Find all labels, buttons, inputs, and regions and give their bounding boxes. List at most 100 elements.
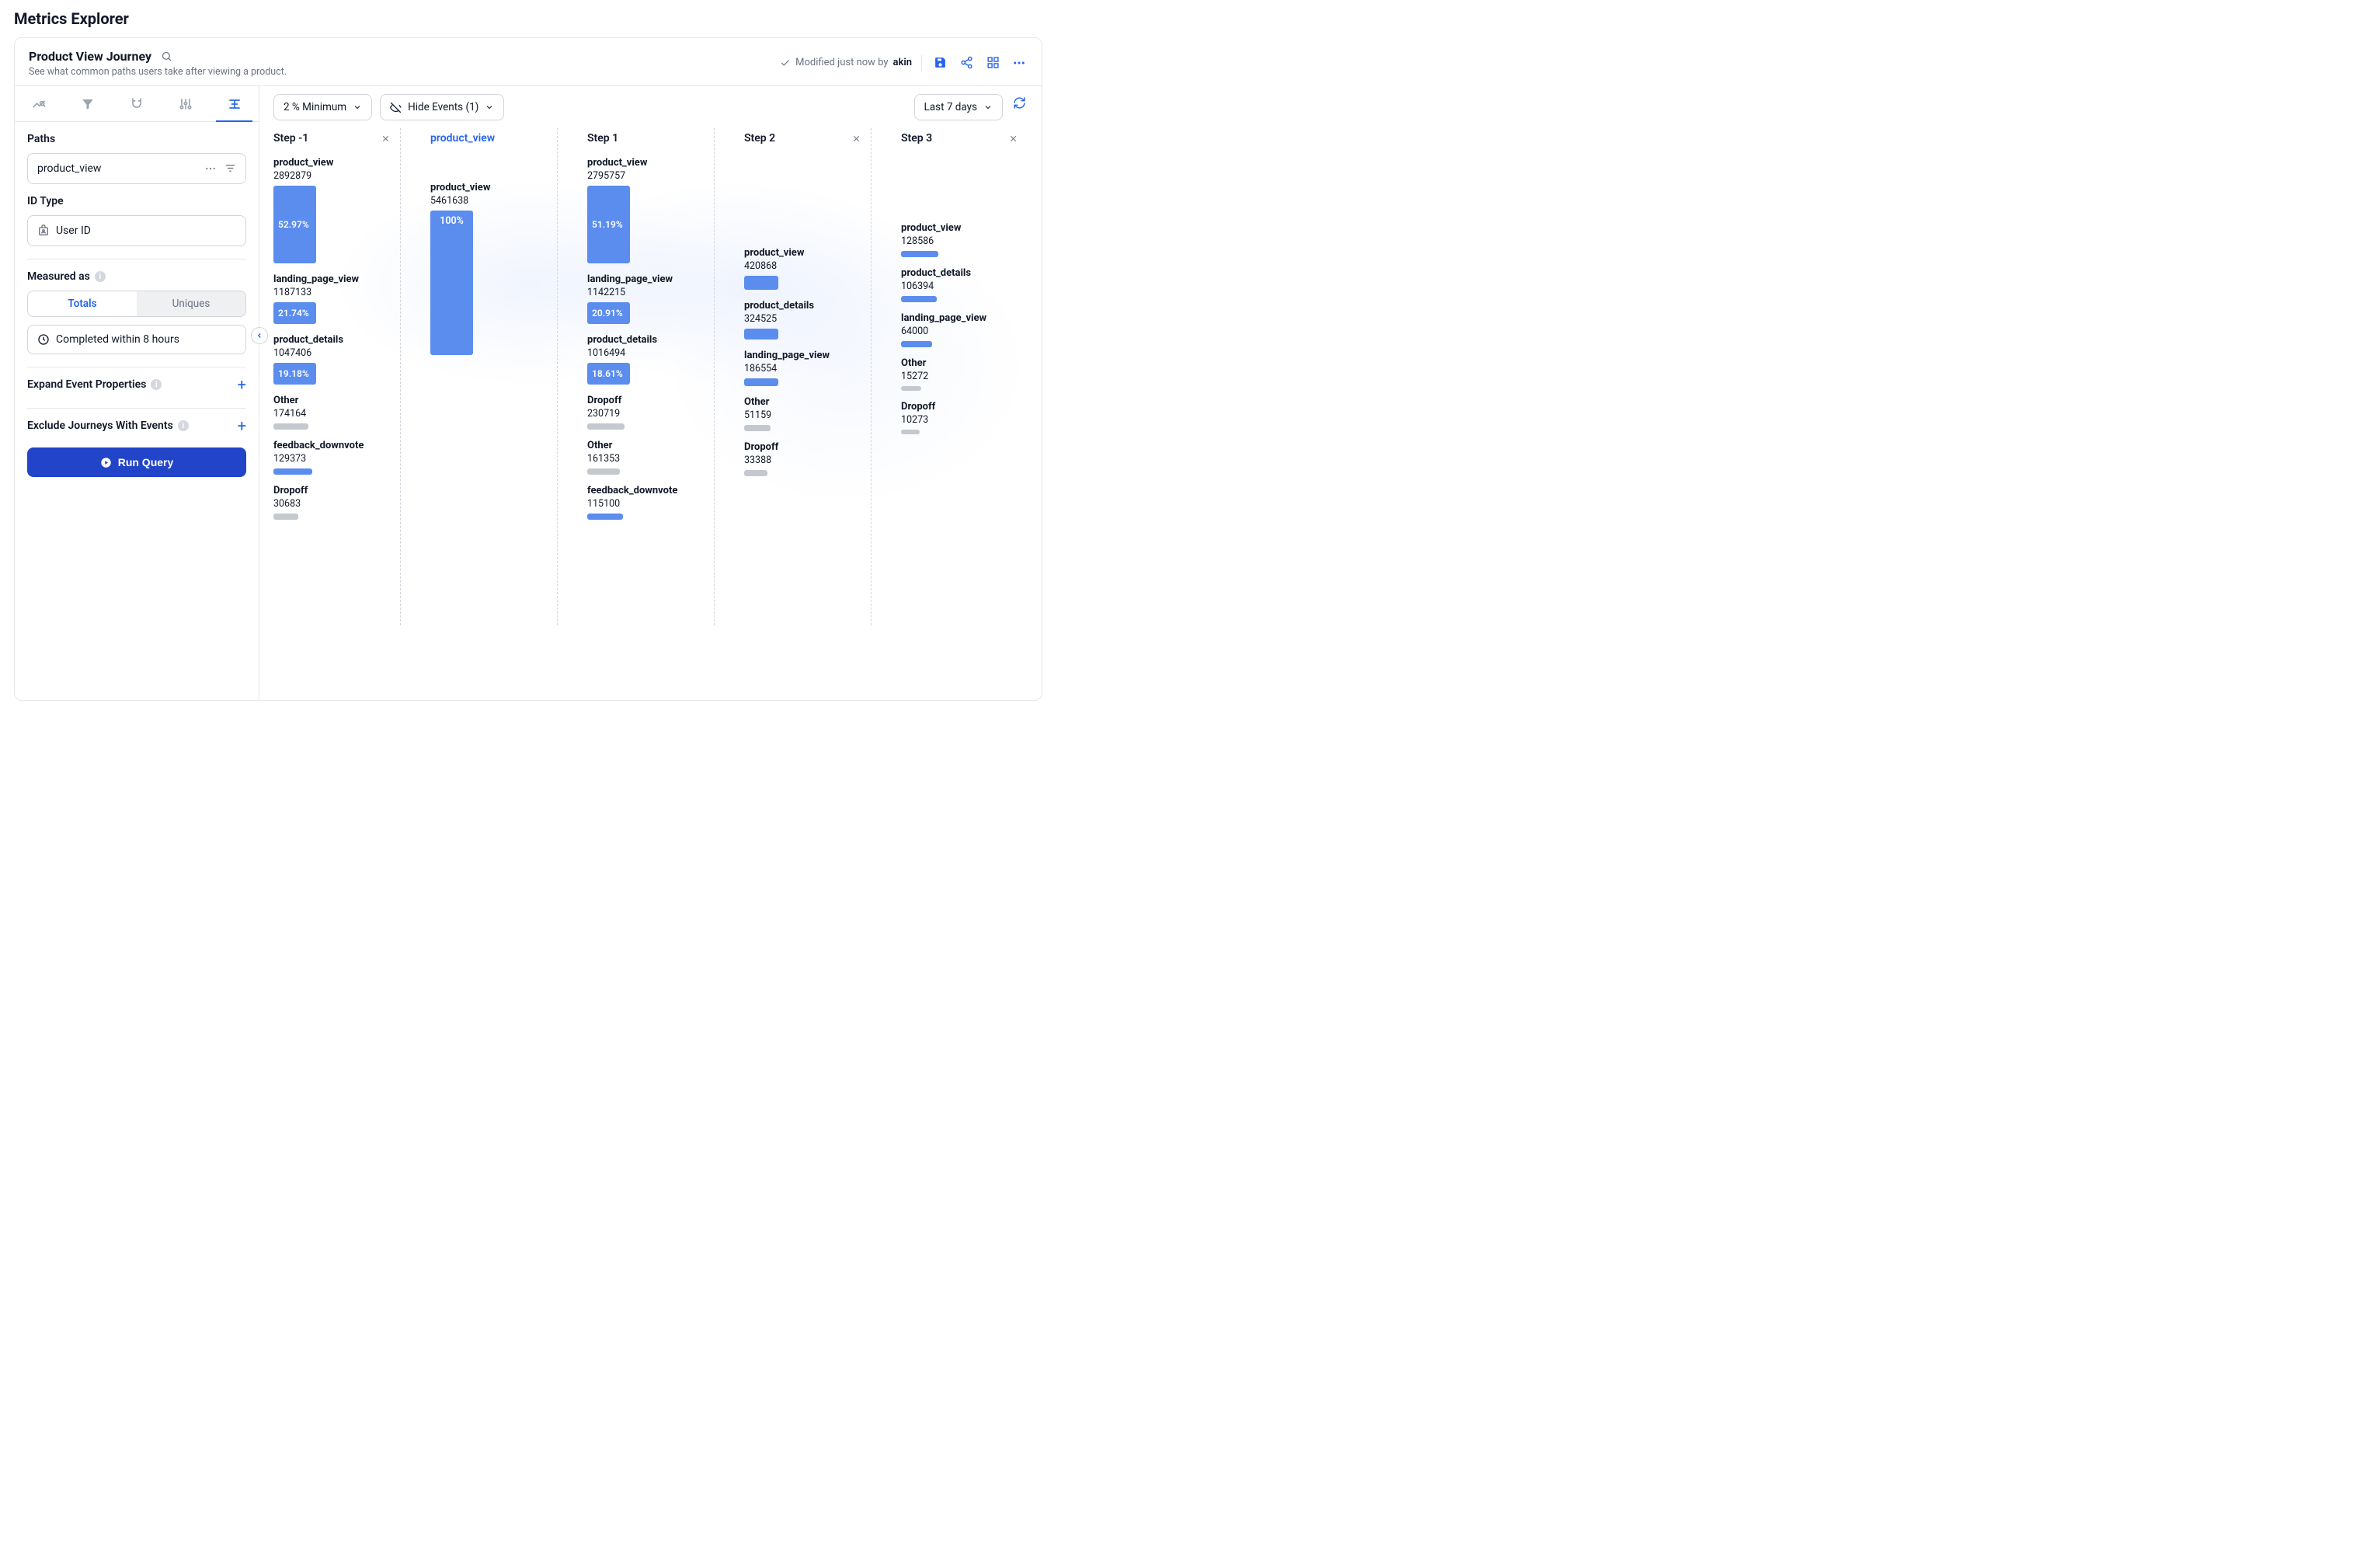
node-label: product_details <box>901 268 1018 280</box>
tab-magnet-icon[interactable] <box>113 86 162 121</box>
step-header: product_view <box>430 128 548 148</box>
sankey-node[interactable]: Other15272 <box>901 358 1018 391</box>
exclude-journeys-row[interactable]: Exclude Journeys With Events i + <box>15 409 259 437</box>
refresh-icon[interactable] <box>1011 94 1028 111</box>
sankey-node[interactable]: Other174164 <box>273 395 391 430</box>
seg-totals[interactable]: Totals <box>28 291 137 316</box>
id-type-select[interactable]: User ID <box>27 215 246 246</box>
report-title: Product View Journey <box>29 49 151 64</box>
run-query-button[interactable]: Run Query <box>27 447 246 477</box>
node-bar <box>273 514 298 520</box>
node-bar: 51.19% <box>587 186 630 263</box>
node-label: landing_page_view <box>744 350 861 362</box>
header-divider <box>921 55 922 71</box>
plus-icon[interactable]: + <box>238 377 246 392</box>
node-bar <box>901 251 938 257</box>
modified-by: akin <box>893 57 912 68</box>
panel-header: Product View Journey See what common pat… <box>15 38 1042 86</box>
node-label: feedback_downvote <box>587 486 705 497</box>
node-bar: 19.18% <box>273 363 316 385</box>
sankey-column: Step 2product_view420868product_details3… <box>744 128 872 625</box>
grid-icon[interactable] <box>984 54 1001 71</box>
sankey-node[interactable]: feedback_downvote115100 <box>587 486 705 520</box>
node-label: product_view <box>744 248 861 259</box>
close-icon[interactable] <box>851 134 861 144</box>
sankey-node[interactable]: product_view128586 <box>901 223 1018 257</box>
node-label: landing_page_view <box>273 274 391 286</box>
collapse-sidebar-button[interactable] <box>251 327 268 344</box>
sankey-node[interactable]: product_view5461638100% <box>430 183 548 355</box>
sankey-column: Step 1 product_view279575751.19% landing_p… <box>587 128 715 625</box>
info-icon[interactable]: i <box>151 379 162 390</box>
more-icon[interactable] <box>1011 54 1028 71</box>
step-header: Step 3 <box>901 128 1018 148</box>
step-header: Step -1 <box>273 128 391 148</box>
search-icon[interactable] <box>158 47 175 64</box>
sankey-node[interactable]: product_details104740619.18% <box>273 335 391 385</box>
sankey-node[interactable]: product_details106394 <box>901 268 1018 302</box>
paths-select[interactable]: product_view <box>27 153 246 184</box>
node-bar <box>901 386 921 391</box>
sankey-node[interactable]: Dropoff33388 <box>744 442 861 476</box>
sankey-node[interactable]: product_details101649418.61% <box>587 335 705 385</box>
step-title: Step 1 <box>587 132 618 145</box>
sankey-node[interactable]: landing_page_view64000 <box>901 313 1018 347</box>
info-icon[interactable]: i <box>178 420 189 431</box>
node-bar <box>587 468 620 475</box>
info-icon[interactable]: i <box>95 271 106 282</box>
sankey-node[interactable]: landing_page_view118713321.74% <box>273 274 391 324</box>
node-bar: 52.97% <box>273 186 316 263</box>
id-type-label: ID Type <box>27 195 246 207</box>
sankey-column: Step -1 product_view2892879 52.97% landing_… <box>273 128 401 625</box>
completed-within-select[interactable]: Completed within 8 hours <box>27 325 246 354</box>
node-label: Dropoff <box>273 486 391 497</box>
node-bar <box>901 430 920 434</box>
node-count: 115100 <box>587 498 705 510</box>
node-label: product_view <box>273 158 391 169</box>
minimum-label: 2 % Minimum <box>284 101 346 113</box>
sankey-node[interactable]: landing_page_view114221520.91% <box>587 274 705 324</box>
close-icon[interactable] <box>381 134 391 144</box>
date-range-dropdown[interactable]: Last 7 days <box>914 94 1004 120</box>
sankey-node[interactable]: Other161353 <box>587 440 705 475</box>
sankey-node[interactable]: product_details324525 <box>744 301 861 340</box>
filter-lines-icon[interactable] <box>224 162 236 175</box>
share-icon[interactable] <box>958 54 975 71</box>
sankey-node[interactable]: product_view420868 <box>744 248 861 290</box>
plus-icon[interactable]: + <box>238 418 246 434</box>
node-label: Dropoff <box>744 442 861 454</box>
hide-events-dropdown[interactable]: Hide Events (1) <box>380 94 504 120</box>
sankey-chart: Step -1product_view289287952.97%landing_… <box>273 128 1028 625</box>
node-count: 230719 <box>587 408 705 420</box>
sankey-node[interactable]: landing_page_view186554 <box>744 350 861 386</box>
tab-filter-icon[interactable] <box>64 86 113 121</box>
node-bar <box>273 423 308 430</box>
node-label: product_view <box>587 158 705 169</box>
tab-chart-icon[interactable] <box>15 86 64 121</box>
expand-properties-label: Expand Event Properties <box>27 378 146 391</box>
seg-uniques[interactable]: Uniques <box>137 291 245 316</box>
node-bar <box>587 423 625 430</box>
measured-segmented[interactable]: Totals Uniques <box>27 291 246 317</box>
sankey-node[interactable]: product_view2892879 52.97% <box>273 158 391 263</box>
tab-sliders-icon[interactable] <box>161 86 210 121</box>
expand-properties-row[interactable]: Expand Event Properties i + <box>15 367 259 395</box>
more-h-icon[interactable] <box>204 162 217 175</box>
tab-sankey-icon[interactable] <box>210 86 259 121</box>
sankey-node[interactable]: feedback_downvote129373 <box>273 440 391 475</box>
sankey-node[interactable]: Dropoff30683 <box>273 486 391 520</box>
clock-icon <box>37 333 50 346</box>
node-count: 174164 <box>273 408 391 420</box>
sankey-node[interactable]: Dropoff230719 <box>587 395 705 430</box>
node-bar <box>587 514 623 520</box>
sankey-node[interactable]: Dropoff10273 <box>901 402 1018 434</box>
sankey-node[interactable]: Other51159 <box>744 397 861 431</box>
save-icon[interactable] <box>931 54 948 71</box>
minimum-dropdown[interactable]: 2 % Minimum <box>273 94 372 120</box>
sankey-node[interactable]: product_view279575751.19% <box>587 158 705 263</box>
node-bar: 18.61% <box>587 363 630 385</box>
node-count: 2892879 <box>273 170 391 182</box>
node-label: landing_page_view <box>587 274 705 286</box>
close-icon[interactable] <box>1008 134 1018 144</box>
node-count: 1016494 <box>587 347 705 359</box>
